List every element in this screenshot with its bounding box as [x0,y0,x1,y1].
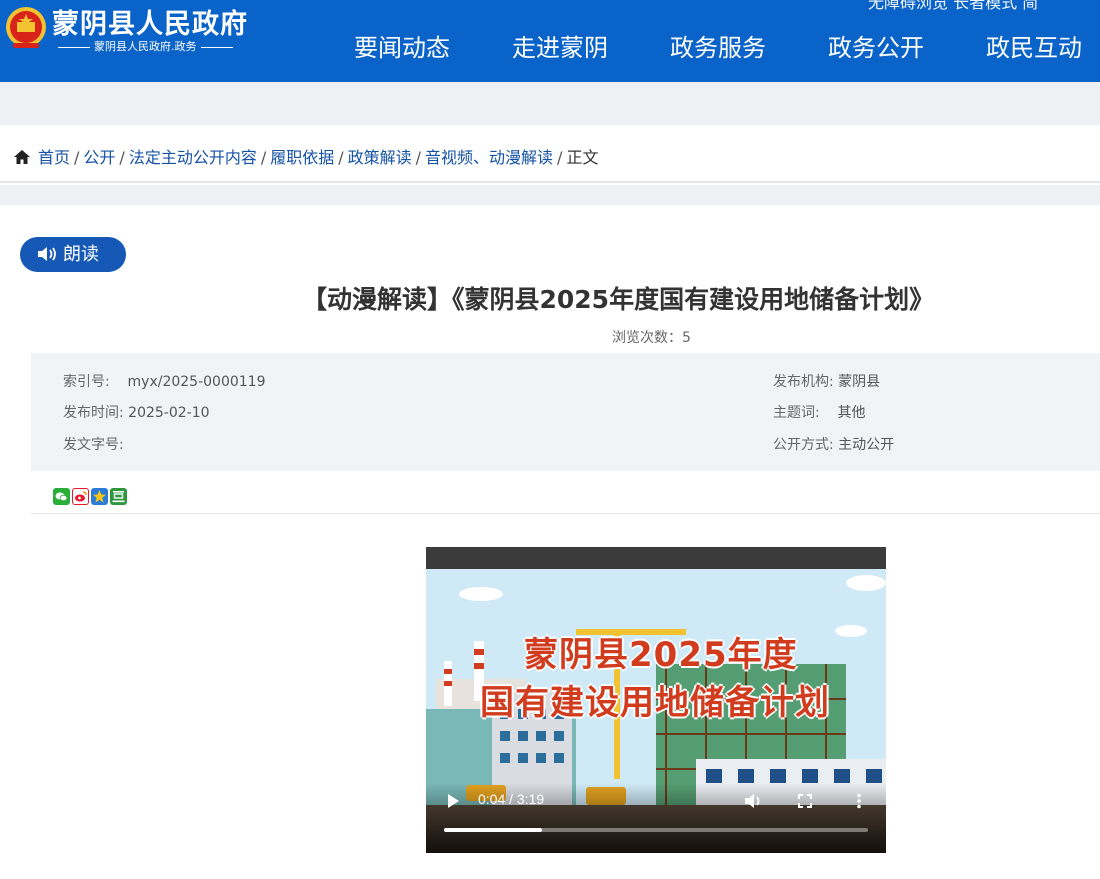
nav-item-services[interactable]: 政务服务 [670,28,766,63]
view-count: 浏览次数：5 [612,327,691,347]
meta-org-value: 蒙阴县 [838,374,881,390]
meta-org: 发布机构: 蒙阴县 [773,371,880,391]
video-top-bar [426,547,886,569]
view-count-value: 5 [682,330,691,346]
breadcrumb-separator: / [74,148,80,167]
meta-publish-time: 发布时间: 2025-02-10 [63,402,210,422]
meta-doc-number: 发文字号: [63,434,128,454]
qzone-icon[interactable] [91,488,108,505]
meta-publish-time-value: 2025-02-10 [128,405,210,421]
nav-item-news[interactable]: 要闻动态 [354,28,450,63]
wechat-icon[interactable] [53,488,70,505]
weibo-icon[interactable] [72,488,89,505]
breadcrumb-bar: 首页 / 公开 / 法定主动公开内容 / 履职依据 / 政策解读 / 音视频、动漫解读 / 正文 [0,125,1100,183]
document-meta: 索引号: myx/2025-0000119 发布时间: 2025-02-10 发… [31,353,1100,471]
breadcrumb-duty-basis[interactable]: 履职依据 [270,148,334,167]
meta-index: 索引号: myx/2025-0000119 [63,371,266,391]
video-progress-bar[interactable] [444,828,868,832]
fullscreen-icon[interactable] [798,794,812,808]
video-duration: 3:19 [516,791,545,807]
site-header: 蒙阴县人民政府 蒙阴县人民政府.政务 无障碍浏览 长者模式 简 要闻动态 走进蒙… [0,0,1100,82]
meta-org-label: 发布机构: [773,374,834,390]
meta-topic: 主题词: 其他 [773,402,866,422]
view-count-label: 浏览次数： [612,330,682,346]
breadcrumb-media[interactable]: 音视频、动漫解读 [425,148,553,167]
speaker-icon [38,247,56,261]
share-bar [53,488,129,506]
meta-index-label: 索引号: [63,374,110,390]
video-time: 0:04 / 3:19 [478,791,545,807]
video-player[interactable]: 蒙阴县2025年度 国有建设用地储备计划 0:04 / 3:19 [426,547,886,853]
national-emblem-icon [6,7,46,48]
breadcrumb-policy[interactable]: 政策解读 [348,148,412,167]
nav-item-interaction[interactable]: 政民互动 [986,28,1082,63]
more-options-icon[interactable] [856,793,862,809]
top-links[interactable]: 无障碍浏览 长者模式 简 [868,0,1038,13]
gray-band [0,185,1100,205]
read-aloud-button[interactable]: 朗读 [20,237,126,272]
breadcrumb-current: 正文 [566,148,599,167]
meta-topic-label: 主题词: [773,405,820,421]
meta-doc-number-label: 发文字号: [63,437,124,453]
video-current-time: 0:04 [478,791,506,807]
video-controls: 0:04 / 3:19 [426,783,886,853]
meta-topic-value: 其他 [837,405,866,421]
breadcrumb-statutory[interactable]: 法定主动公开内容 [129,148,257,167]
meta-disclosure-label: 公开方式: [773,437,834,453]
breadcrumb-separator: / [415,148,422,167]
breadcrumb-separator: / [260,148,267,167]
gray-band [0,82,1100,125]
article-title: 【动漫解读】《蒙阴县2025年度国有建设用地储备计划》 [302,285,935,314]
read-aloud-label: 朗读 [63,244,99,265]
site-subtitle: 蒙阴县人民政府.政务 [54,38,237,54]
douban-icon[interactable] [110,488,127,505]
video-progress-fill [444,828,542,832]
breadcrumb-home[interactable]: 首页 [38,148,70,167]
breadcrumb-public[interactable]: 公开 [83,148,115,167]
meta-index-value: myx/2025-0000119 [127,374,266,390]
meta-disclosure-value: 主动公开 [838,437,895,453]
divider [31,513,1100,514]
breadcrumb-separator: / [119,148,125,167]
video-caption-line1: 蒙阴县2025年度 [524,635,798,675]
breadcrumb-separator: / [557,148,563,167]
play-icon[interactable] [446,793,460,809]
nav-item-about[interactable]: 走进蒙阴 [512,28,608,63]
home-icon [14,150,30,164]
volume-icon[interactable] [744,793,764,809]
nav-item-disclosure[interactable]: 政务公开 [828,28,924,63]
site-subtitle-text: 蒙阴县人民政府.政务 [94,40,197,53]
meta-publish-time-label: 发布时间: [63,405,124,421]
breadcrumb-separator: / [338,148,344,167]
meta-disclosure: 公开方式: 主动公开 [773,434,894,454]
breadcrumb: 首页 / 公开 / 法定主动公开内容 / 履职依据 / 政策解读 / 音视频、动漫解读 / 正文 [14,144,598,168]
site-title[interactable]: 蒙阴县人民政府 [52,2,248,41]
video-caption-line2: 国有建设用地储备计划 [480,683,830,723]
